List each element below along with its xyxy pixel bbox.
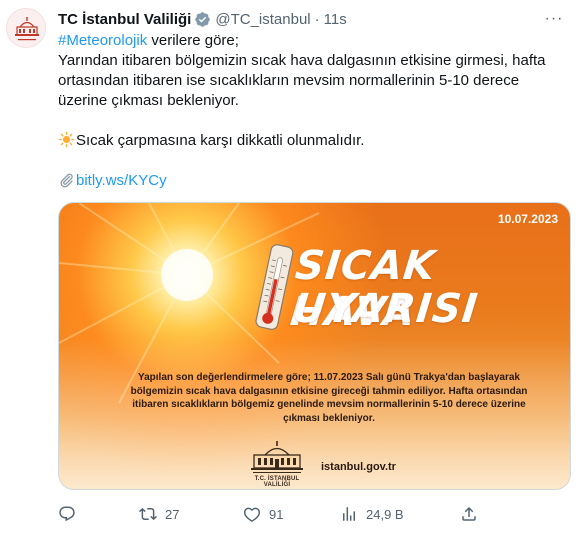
announcement-text: Yapılan son değerlendirmelere göre; 11.0… [130,372,528,424]
tweet-warning: Sıcak çarpmasına karşı dikkatli olunmalı… [76,132,365,149]
retweet-count: 27 [165,506,180,522]
like-count: 91 [269,506,284,522]
paperclip-emoji-icon [58,171,75,188]
external-link[interactable]: bitly.ws/KYCy [76,172,167,189]
tweet-text: #Meteorolojik verilere göre; Yarından it… [58,31,568,191]
tweet-actions: 27 91 24,9 B [56,502,496,526]
views-icon [343,507,355,521]
website-label: istanbul.gov.tr [321,461,396,473]
logo-caption: T.C. İSTANBUL VALİLİĞİ [254,476,300,488]
retweet-icon [139,507,157,521]
tweet-warning-line: Sıcak çarpmasına karşı dikkatli olunmalı… [58,131,568,151]
hashtag-link[interactable]: #Meteorolojik [58,32,147,49]
verified-badge-icon [194,11,211,28]
headline-line-2: UYARISI [290,286,481,332]
like-button[interactable]: 91 [243,505,283,523]
share-icon [462,506,476,521]
separator-dot: · [314,10,320,28]
tweet-line-1: #Meteorolojik verilere göre; [58,31,568,51]
tweet-link-line: bitly.ws/KYCy [58,171,568,191]
display-name[interactable]: TC İstanbul Valiliği [58,11,191,28]
heart-icon [243,507,261,523]
retweet-button[interactable]: 27 [139,505,179,523]
share-button[interactable] [460,505,478,523]
istanbul-valiligi-logo [7,9,45,47]
reply-button[interactable] [58,505,84,523]
tweet-line-1-rest: verilere göre; [147,32,239,49]
tweet-paragraph: Yarından itibaren bölgemizin sıcak hava … [58,52,546,109]
avatar[interactable] [6,8,46,48]
handle[interactable]: @TC_istanbul [215,11,310,28]
tweet-image[interactable]: 10.07.2023 SICAK HAVA UYARISI Yapılan so… [58,202,571,490]
reply-icon [59,506,75,522]
more-options-button[interactable]: ··· [541,6,567,32]
tweet[interactable]: TC İstanbul Valiliği @TC_istanbul · 11s … [0,0,583,533]
image-date: 10.07.2023 [497,212,558,226]
views-button[interactable]: 24,9 B [340,505,404,523]
valilik-building-logo: T.C. İSTANBUL VALİLİĞİ [245,439,309,488]
timestamp[interactable]: 11s [324,11,347,28]
tweet-header: TC İstanbul Valiliği @TC_istanbul · 11s … [58,8,573,30]
views-count: 24,9 B [366,506,404,522]
sun-emoji-icon [58,131,75,148]
